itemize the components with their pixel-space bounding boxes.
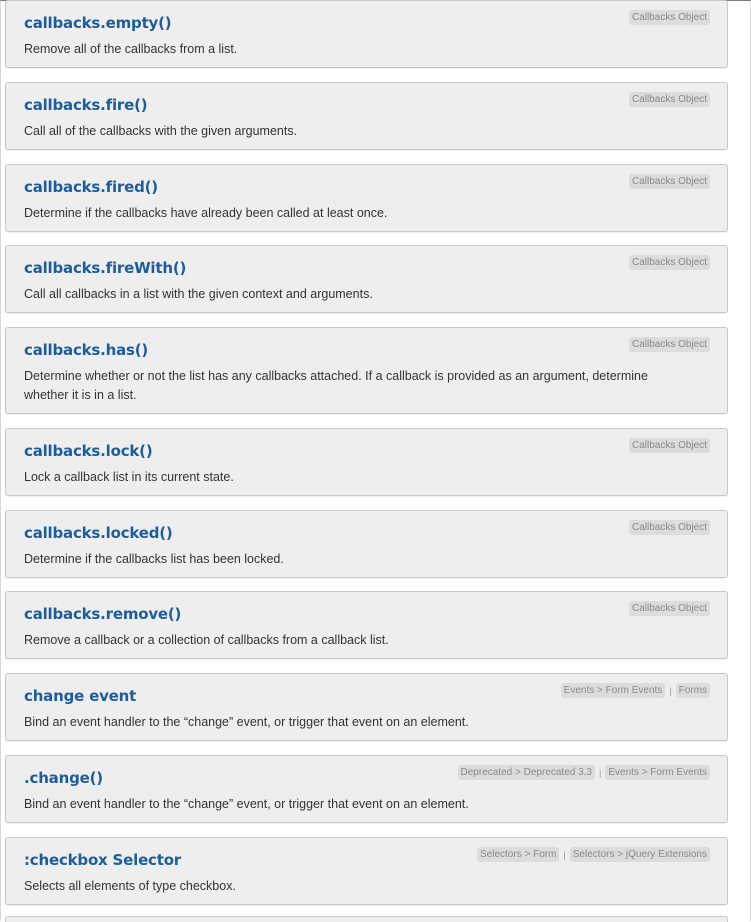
category-tag[interactable]: Selectors > jQuery Extensions bbox=[569, 847, 710, 862]
entry-description: Call all of the callbacks with the given… bbox=[24, 124, 298, 138]
entry-categories: Callbacks Object bbox=[628, 337, 710, 352]
entry-title-link[interactable]: callbacks.locked() bbox=[24, 524, 173, 542]
category-tag[interactable]: Callbacks Object bbox=[628, 520, 710, 535]
entry-change-event: change event Events > Form Events | Form… bbox=[5, 673, 728, 741]
category-tag[interactable]: Events > Form Events bbox=[560, 683, 666, 698]
entry-description: Remove all of the callbacks from a list. bbox=[24, 42, 238, 56]
entry-description: Selects all elements of type checkbox. bbox=[24, 879, 236, 893]
entry-title-link[interactable]: :checkbox Selector bbox=[24, 851, 181, 869]
entry-title-link[interactable]: .change() bbox=[24, 769, 103, 787]
entry-title-link[interactable]: callbacks.remove() bbox=[24, 605, 181, 623]
category-tag[interactable]: Callbacks Object bbox=[628, 174, 710, 189]
entry-description: Lock a callback list in its current stat… bbox=[24, 470, 234, 484]
entry-description: Remove a callback or a collection of cal… bbox=[24, 633, 389, 647]
next-entry-edge bbox=[5, 916, 728, 922]
entry-title-link[interactable]: callbacks.fired() bbox=[24, 178, 158, 196]
category-tag[interactable]: Callbacks Object bbox=[628, 255, 710, 270]
entry-categories: Selectors > Form | Selectors > jQuery Ex… bbox=[477, 847, 710, 862]
entry-callbacks-empty: callbacks.empty() Callbacks Object Remov… bbox=[5, 0, 728, 68]
category-tag[interactable]: Callbacks Object bbox=[628, 601, 710, 616]
category-tag[interactable]: Callbacks Object bbox=[628, 337, 710, 352]
entry-callbacks-fire: callbacks.fire() Callbacks Object Call a… bbox=[5, 82, 728, 150]
entry-description: Determine whether or not the list has an… bbox=[24, 369, 648, 402]
entry-title-link[interactable]: callbacks.lock() bbox=[24, 442, 153, 460]
entry-description: Call all callbacks in a list with the gi… bbox=[24, 287, 373, 301]
entry-change-method: .change() Deprecated > Deprecated 3.3 | … bbox=[5, 755, 728, 823]
entry-title-link[interactable]: change event bbox=[24, 687, 136, 705]
entry-callbacks-fired: callbacks.fired() Callbacks Object Deter… bbox=[5, 164, 728, 232]
entry-callbacks-locked: callbacks.locked() Callbacks Object Dete… bbox=[5, 510, 728, 578]
entry-checkbox-selector: :checkbox Selector Selectors > Form | Se… bbox=[5, 837, 728, 905]
entry-description: Determine if the callbacks have already … bbox=[24, 206, 388, 220]
entry-callbacks-remove: callbacks.remove() Callbacks Object Remo… bbox=[5, 591, 728, 659]
entry-description: Bind an event handler to the “change” ev… bbox=[24, 715, 469, 729]
category-tag[interactable]: Callbacks Object bbox=[628, 92, 710, 107]
entry-categories: Callbacks Object bbox=[628, 255, 710, 270]
entry-callbacks-has: callbacks.has() Callbacks Object Determi… bbox=[5, 327, 728, 414]
entry-callbacks-lock: callbacks.lock() Callbacks Object Lock a… bbox=[5, 428, 728, 496]
entry-categories: Callbacks Object bbox=[628, 601, 710, 616]
entry-title-link[interactable]: callbacks.empty() bbox=[24, 14, 172, 32]
entry-categories: Deprecated > Deprecated 3.3 | Events > F… bbox=[457, 765, 710, 780]
category-tag[interactable]: Events > Form Events bbox=[605, 765, 710, 780]
category-tag[interactable]: Deprecated > Deprecated 3.3 bbox=[457, 765, 595, 780]
category-tag[interactable]: Callbacks Object bbox=[628, 10, 710, 25]
entry-title-link[interactable]: callbacks.fireWith() bbox=[24, 259, 186, 277]
entry-description: Bind an event handler to the “change” ev… bbox=[24, 797, 469, 811]
entry-categories: Callbacks Object bbox=[628, 174, 710, 189]
entry-categories: Callbacks Object bbox=[628, 520, 710, 535]
category-separator: | bbox=[669, 685, 672, 696]
category-separator: | bbox=[599, 767, 602, 778]
entry-title-link[interactable]: callbacks.has() bbox=[24, 341, 148, 359]
entry-title-link[interactable]: callbacks.fire() bbox=[24, 96, 148, 114]
category-tag[interactable]: Selectors > Form bbox=[477, 847, 560, 862]
entry-categories: Callbacks Object bbox=[628, 438, 710, 453]
category-tag[interactable]: Callbacks Object bbox=[628, 438, 710, 453]
entry-categories: Events > Form Events | Forms bbox=[560, 683, 710, 698]
category-separator: | bbox=[563, 849, 566, 860]
entry-description: Determine if the callbacks list has been… bbox=[24, 552, 284, 566]
entry-categories: Callbacks Object bbox=[628, 10, 710, 25]
entry-categories: Callbacks Object bbox=[628, 92, 710, 107]
entry-callbacks-firewith: callbacks.fireWith() Callbacks Object Ca… bbox=[5, 245, 728, 313]
category-tag[interactable]: Forms bbox=[675, 683, 710, 698]
